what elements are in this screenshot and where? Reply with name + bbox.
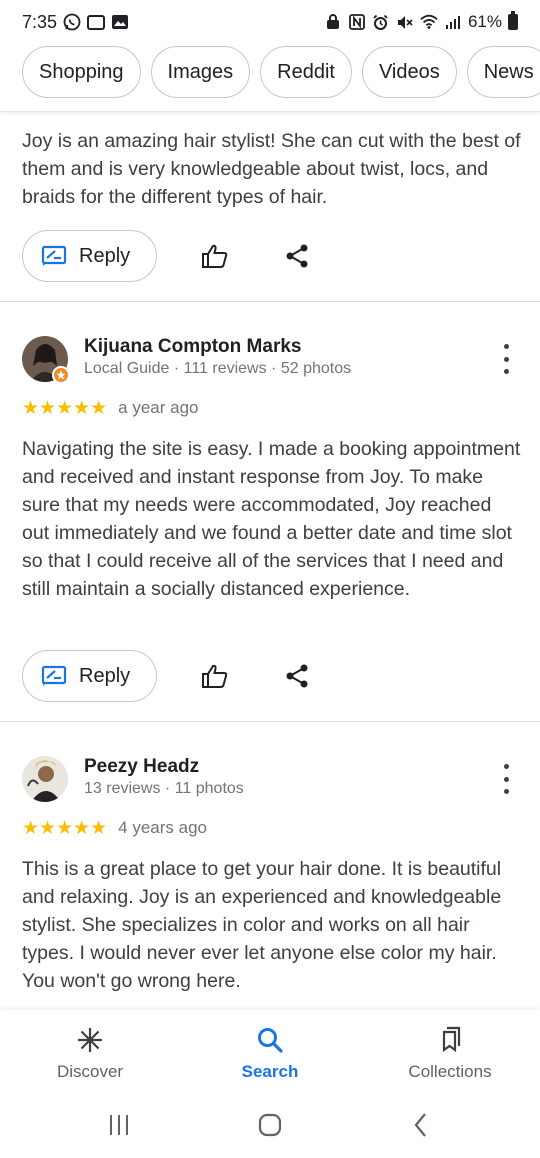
review-actions: Reply	[22, 650, 522, 702]
battery-icon	[508, 11, 518, 30]
chip-shopping[interactable]: Shopping	[22, 46, 141, 98]
share-button[interactable]	[277, 236, 317, 276]
nav-search-label: Search	[241, 1062, 299, 1081]
review-date: 4 years ago	[118, 818, 208, 837]
reviewer-header: Peezy Headz 13 reviews · 11 photos	[22, 756, 522, 806]
reviewer-meta: 13 reviews · 11 photos	[84, 780, 244, 797]
review-text: Navigating the site is easy. I made a bo…	[22, 438, 521, 600]
chip-news[interactable]: News	[466, 46, 540, 98]
star-rating: ★★★★★	[22, 817, 108, 839]
reply-icon	[41, 245, 67, 266]
status-bar: 7:35 61%	[0, 0, 540, 44]
search-icon	[254, 1024, 286, 1056]
filter-chips: Shopping Images Reddit Videos News	[0, 46, 540, 112]
alarm-icon	[372, 13, 390, 31]
home-icon	[258, 1113, 282, 1137]
divider	[0, 721, 540, 722]
like-button[interactable]	[195, 236, 235, 276]
media-icon	[87, 14, 106, 30]
back-button[interactable]	[406, 1110, 436, 1140]
signal-icon	[444, 13, 462, 31]
battery-percent: 61%	[467, 12, 502, 31]
system-navigation-bar	[0, 1092, 540, 1158]
reply-button[interactable]: Reply	[22, 230, 157, 282]
local-guide-badge-icon	[52, 366, 70, 384]
lock-icon	[324, 13, 342, 31]
recent-apps-icon	[110, 1115, 128, 1135]
reply-label: Reply	[79, 244, 131, 267]
asterisk-icon	[74, 1024, 106, 1056]
whatsapp-icon	[63, 13, 81, 31]
nav-collections-label: Collections	[408, 1062, 492, 1081]
chip-images[interactable]: Images	[150, 46, 251, 98]
bottom-navigation: Discover Search Collections	[0, 1010, 540, 1092]
gallery-icon	[111, 13, 129, 31]
status-left: 7:35	[22, 12, 129, 33]
chip-reddit[interactable]: Reddit	[260, 46, 352, 98]
star-rating: ★★★★★	[22, 397, 108, 419]
share-button[interactable]	[277, 656, 317, 696]
reviewer-header: Kijuana Compton Marks Local Guide · 111 …	[22, 336, 522, 386]
review-text: This is a great place to get your hair d…	[22, 858, 502, 992]
review-rating: ★★★★★ 4 years ago	[22, 816, 207, 840]
reply-button[interactable]: Reply	[22, 650, 157, 702]
nfc-icon	[348, 13, 366, 31]
nav-discover[interactable]: Discover	[0, 1010, 180, 1092]
status-right: 61%	[324, 11, 518, 32]
share-icon	[286, 664, 308, 688]
reviewer-name[interactable]: Kijuana Compton Marks	[84, 336, 301, 358]
more-options-button[interactable]	[496, 764, 516, 794]
share-icon	[286, 244, 308, 268]
like-button[interactable]	[195, 656, 235, 696]
chip-videos[interactable]: Videos	[361, 46, 457, 98]
review-text: Joy is an amazing hair stylist! She can …	[22, 130, 521, 208]
review-date: a year ago	[118, 398, 199, 417]
reply-icon	[41, 665, 67, 686]
review-actions: Reply	[22, 230, 522, 282]
home-button[interactable]	[255, 1110, 285, 1140]
nav-search[interactable]: Search	[180, 1010, 360, 1092]
mute-icon	[396, 13, 414, 31]
more-options-button[interactable]	[496, 344, 516, 374]
reply-label: Reply	[79, 664, 131, 687]
nav-discover-label: Discover	[56, 1062, 124, 1081]
reviewer-name[interactable]: Peezy Headz	[84, 756, 199, 778]
avatar[interactable]	[22, 756, 68, 802]
thumbs-up-icon	[202, 664, 228, 688]
reviewer-meta: Local Guide · 111 reviews · 52 photos	[84, 360, 352, 377]
wifi-icon	[420, 13, 438, 31]
divider	[0, 301, 540, 302]
nav-collections[interactable]: Collections	[360, 1010, 540, 1092]
recent-apps-button[interactable]	[104, 1110, 134, 1140]
clock: 7:35	[22, 11, 58, 32]
back-icon	[414, 1113, 426, 1137]
thumbs-up-icon	[202, 244, 228, 268]
collections-icon	[434, 1024, 466, 1056]
review-rating: ★★★★★ a year ago	[22, 396, 199, 420]
